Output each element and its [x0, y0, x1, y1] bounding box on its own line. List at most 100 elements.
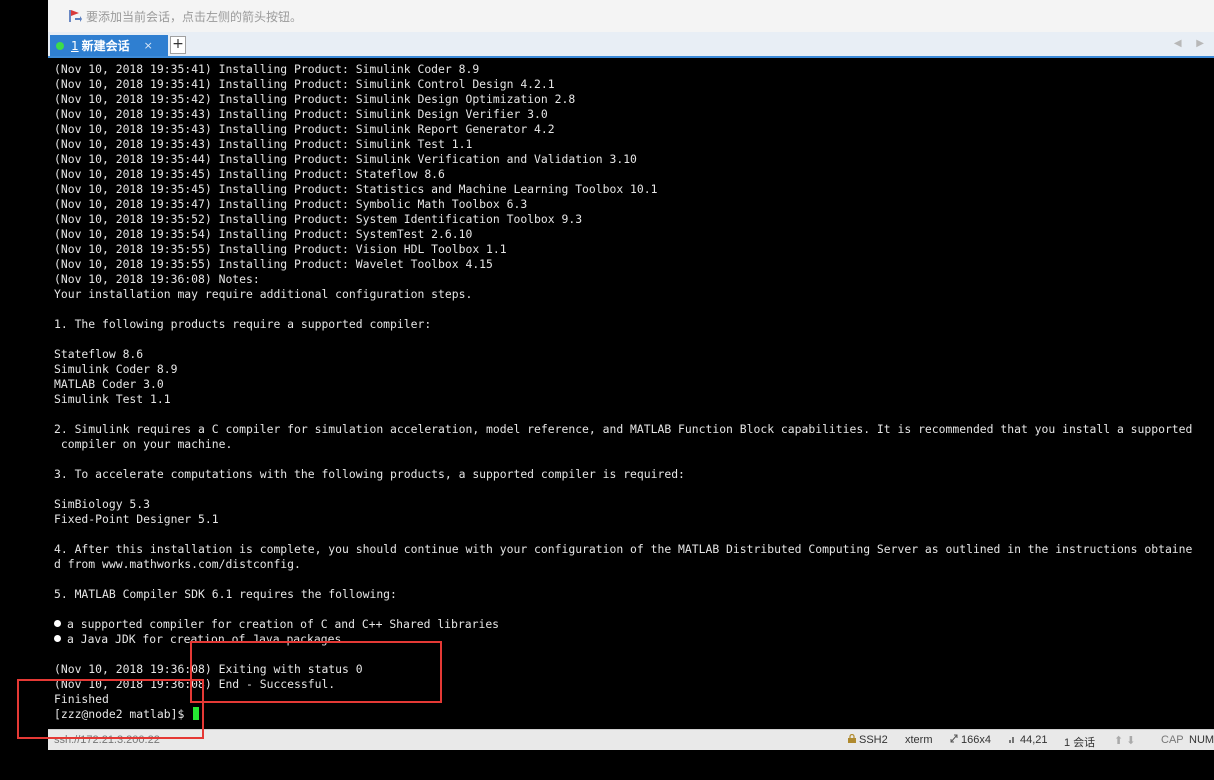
- terminal-line: (Nov 10, 2018 19:35:41) Installing Produ…: [54, 62, 1192, 77]
- terminal-line: (Nov 10, 2018 19:35:54) Installing Produ…: [54, 227, 1192, 242]
- terminal-line: 3. To accelerate computations with the f…: [54, 467, 1192, 482]
- session-count: 1 会话: [1064, 737, 1096, 749]
- desktop-background-left: [0, 0, 48, 780]
- terminal-line-text: (Nov 10, 2018 19:35:52) Installing Produ…: [54, 212, 583, 226]
- desktop-background-bottom: [48, 750, 1214, 780]
- session-tab-bar: 1 新建会话 × + ◀ ▶: [48, 32, 1214, 58]
- terminal-line-text: a Java JDK for creation of Java packages: [67, 632, 342, 646]
- tab-number: 1: [71, 38, 79, 53]
- caps-lock-indicator: CAP: [1161, 734, 1184, 746]
- terminal-line-text: (Nov 10, 2018 19:35:43) Installing Produ…: [54, 107, 548, 121]
- bullet-icon: [54, 620, 61, 627]
- terminal-line: a Java JDK for creation of Java packages: [54, 632, 1192, 647]
- terminal-line-text: (Nov 10, 2018 19:35:43) Installing Produ…: [54, 137, 473, 151]
- terminal-line-text: (Nov 10, 2018 19:35:47) Installing Produ…: [54, 197, 528, 211]
- terminal-line: (Nov 10, 2018 19:36:08) End - Successful…: [54, 677, 1192, 692]
- terminal-line-text: Simulink Coder 8.9: [54, 362, 178, 376]
- terminal-line-text: SimBiology 5.3: [54, 497, 151, 511]
- terminal-line: 2. Simulink requires a C compiler for si…: [54, 422, 1192, 437]
- terminal-line: (Nov 10, 2018 19:35:42) Installing Produ…: [54, 92, 1192, 107]
- terminal-line: Simulink Coder 8.9: [54, 362, 1192, 377]
- terminal-line-text: (Nov 10, 2018 19:35:43) Installing Produ…: [54, 122, 555, 136]
- terminal-line: d from www.mathworks.com/distconfig.: [54, 557, 1192, 572]
- terminal-line-text: 5. MATLAB Compiler SDK 6.1 requires the …: [54, 587, 397, 601]
- terminal-line: (Nov 10, 2018 19:35:47) Installing Produ…: [54, 197, 1192, 212]
- terminal-line: (Nov 10, 2018 19:36:08) Notes:: [54, 272, 1192, 287]
- tab-scroll-arrows[interactable]: ◀ ▶: [1174, 38, 1210, 49]
- add-tab-button[interactable]: +: [170, 36, 186, 54]
- protocol-label: SSH2: [859, 734, 888, 746]
- terminal-line-text: Your installation may require additional…: [54, 287, 473, 301]
- terminal-line: (Nov 10, 2018 19:36:08) Exiting with sta…: [54, 662, 1192, 677]
- terminal-line-text: 2. Simulink requires a C compiler for si…: [54, 422, 1193, 436]
- terminal-line: (Nov 10, 2018 19:35:45) Installing Produ…: [54, 167, 1192, 182]
- terminal-line: (Nov 10, 2018 19:35:55) Installing Produ…: [54, 242, 1192, 257]
- arrow-up-icon[interactable]: ⬆: [1114, 735, 1123, 747]
- tab-close-icon[interactable]: ×: [144, 39, 153, 52]
- terminal-line-text: Finished: [54, 692, 109, 706]
- terminal-line-text: (Nov 10, 2018 19:35:44) Installing Produ…: [54, 152, 637, 166]
- terminal-line: (Nov 10, 2018 19:35:43) Installing Produ…: [54, 122, 1192, 137]
- terminal-size-indicator: 166x4: [950, 734, 991, 746]
- terminal-line-text: a supported compiler for creation of C a…: [67, 617, 500, 631]
- terminal-line: (Nov 10, 2018 19:35:43) Installing Produ…: [54, 107, 1192, 122]
- ssh-client-window: 要添加当前会话，点击左侧的箭头按钮。 1 新建会话 × + ◀ ▶ (Nov 1…: [48, 0, 1214, 751]
- lock-icon: [848, 733, 856, 743]
- terminal-line: a supported compiler for creation of C a…: [54, 617, 1192, 632]
- bullet-icon: [54, 635, 61, 642]
- tab-new-session[interactable]: 1 新建会话 ×: [50, 35, 168, 56]
- terminal-line-text: (Nov 10, 2018 19:36:08) Notes:: [54, 272, 260, 286]
- terminal-line: (Nov 10, 2018 19:35:55) Installing Produ…: [54, 257, 1192, 272]
- terminal-line-text: (Nov 10, 2018 19:35:45) Installing Produ…: [54, 182, 658, 196]
- terminal-line-text: Simulink Test 1.1: [54, 392, 171, 406]
- terminal-line: SimBiology 5.3: [54, 497, 1192, 512]
- terminal-line: Finished: [54, 692, 1192, 707]
- terminal-line-text: (Nov 10, 2018 19:35:45) Installing Produ…: [54, 167, 445, 181]
- terminal-cursor: [193, 707, 200, 720]
- terminal-line-text: (Nov 10, 2018 19:36:08) End - Successful…: [54, 677, 336, 691]
- terminal-line: 5. MATLAB Compiler SDK 6.1 requires the …: [54, 587, 1192, 602]
- status-bar: ssh://172.21.3.200:22 SSH2 xterm 166x4 4…: [48, 729, 1214, 751]
- flag-arrow-icon[interactable]: [66, 8, 82, 24]
- resize-icon: [950, 734, 958, 743]
- terminal-line: [zzz@node2 matlab]$: [54, 707, 1192, 722]
- terminal-line-text: (Nov 10, 2018 19:35:41) Installing Produ…: [54, 77, 555, 91]
- hint-text: 要添加当前会话，点击左侧的箭头按钮。: [86, 9, 303, 24]
- terminal-line-text: 4. After this installation is complete, …: [54, 542, 1193, 556]
- terminal-line: compiler on your machine.: [54, 437, 1192, 452]
- terminal-line-text: (Nov 10, 2018 19:35:54) Installing Produ…: [54, 227, 473, 241]
- terminal-line-text: (Nov 10, 2018 19:35:55) Installing Produ…: [54, 242, 507, 256]
- terminal-line: (Nov 10, 2018 19:35:52) Installing Produ…: [54, 212, 1192, 227]
- terminal-line: Fixed-Point Designer 5.1: [54, 512, 1192, 527]
- terminal-line-text: compiler on your machine.: [54, 437, 233, 451]
- terminal-line: MATLAB Coder 3.0: [54, 377, 1192, 392]
- terminal-line-text: Fixed-Point Designer 5.1: [54, 512, 219, 526]
- terminal-line: Stateflow 8.6: [54, 347, 1192, 362]
- terminal-line: 1. The following products require a supp…: [54, 317, 1192, 332]
- terminal-line-text: Stateflow 8.6: [54, 347, 144, 361]
- terminal-line-text: 1. The following products require a supp…: [54, 317, 432, 331]
- protocol-indicator: SSH2: [848, 733, 888, 746]
- terminal-type: xterm: [905, 734, 933, 746]
- green-dot-icon: [56, 41, 64, 50]
- terminal-output[interactable]: (Nov 10, 2018 19:35:41) Installing Produ…: [48, 58, 1214, 729]
- terminal-line: (Nov 10, 2018 19:35:41) Installing Produ…: [54, 77, 1192, 92]
- cursor-position-icon: [1009, 734, 1017, 743]
- arrow-down-icon[interactable]: ⬇: [1126, 735, 1135, 747]
- terminal-line: (Nov 10, 2018 19:35:44) Installing Produ…: [54, 152, 1192, 167]
- terminal-line: 4. After this installation is complete, …: [54, 542, 1192, 557]
- terminal-line: (Nov 10, 2018 19:35:45) Installing Produ…: [54, 182, 1192, 197]
- terminal-line: (Nov 10, 2018 19:35:43) Installing Produ…: [54, 137, 1192, 152]
- session-hint-bar: 要添加当前会话，点击左侧的箭头按钮。: [48, 0, 1214, 32]
- session-nav-arrows[interactable]: ⬆ ⬇: [1114, 734, 1136, 747]
- connection-address: ssh://172.21.3.200:22: [54, 734, 160, 746]
- terminal-line-text: (Nov 10, 2018 19:35:41) Installing Produ…: [54, 62, 480, 76]
- terminal-line-text: [zzz@node2 matlab]$: [54, 707, 192, 721]
